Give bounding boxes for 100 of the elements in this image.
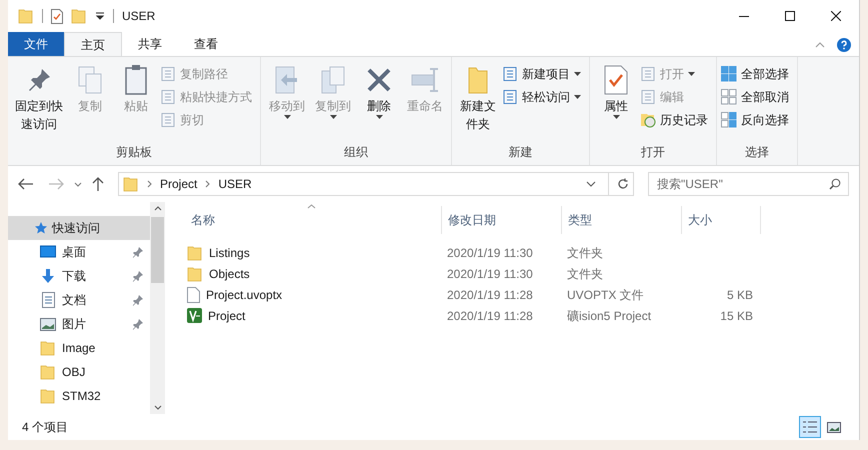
- pin-icon: [132, 270, 144, 282]
- window-title: USER: [122, 8, 156, 25]
- ribbon-tab[interactable]: 文件: [8, 32, 64, 56]
- folder-icon: [40, 364, 56, 380]
- ribbon-button[interactable]: 反向选择: [721, 110, 793, 130]
- easy-access-icon: [502, 89, 518, 105]
- desktop-icon: [40, 245, 56, 259]
- caret-icon: [376, 115, 382, 119]
- properties-icon: [603, 64, 629, 96]
- nav-item[interactable]: Image: [8, 336, 150, 360]
- folder-icon: [40, 388, 56, 404]
- maximize-icon: [785, 11, 795, 21]
- date-cell-text: 2020/1/19 11:28: [446, 286, 534, 304]
- folder-icon: [187, 266, 203, 282]
- nav-item[interactable]: 桌面: [8, 240, 150, 264]
- caret-icon: [688, 72, 695, 76]
- select-none-icon: [721, 89, 737, 105]
- star-icon: [34, 221, 48, 235]
- clipboard-icon: [123, 64, 149, 96]
- date-cell-text: 2020/1/19 11:28: [446, 308, 534, 324]
- nav-item[interactable]: 图片: [8, 312, 150, 336]
- group-label: 新建: [508, 144, 534, 161]
- folder-icon: [123, 176, 139, 192]
- search-field[interactable]: 搜索"USER": [648, 172, 849, 196]
- new-item-icon: [502, 66, 518, 82]
- help-icon[interactable]: [837, 38, 851, 52]
- details-view-button[interactable]: [799, 416, 821, 438]
- ribbon-button[interactable]: 全部取消: [721, 87, 793, 107]
- file-icon: [187, 286, 200, 302]
- pin-icon: [132, 318, 144, 330]
- date-cell-text: 2020/1/19 11:30: [446, 266, 534, 282]
- ribbon-button[interactable]: 新建项目: [502, 64, 585, 84]
- copy-icon: [319, 65, 347, 95]
- type-cell-text: 文件夹: [566, 244, 604, 262]
- file-name-cell[interactable]: Objects: [185, 264, 441, 282]
- group-label: 打开: [640, 144, 666, 161]
- column-header[interactable]: 修改日期: [441, 206, 561, 234]
- folder-icon: [467, 65, 489, 95]
- nav-item[interactable]: STM32: [8, 384, 150, 408]
- scrollbar[interactable]: [150, 202, 165, 414]
- size-cell-text: 5 KB: [726, 286, 754, 304]
- scrollbar-thumb[interactable]: [151, 217, 164, 283]
- close-icon: [831, 11, 841, 21]
- document-icon: [42, 292, 54, 308]
- ribbon-button[interactable]: 固定到快速访问: [12, 63, 66, 143]
- column-header[interactable]: 类型: [561, 206, 681, 234]
- folder-icon: [187, 244, 203, 260]
- group-label: 组织: [343, 144, 369, 161]
- rename-icon: [410, 66, 440, 94]
- ribbon-tab[interactable]: 主页: [64, 32, 122, 56]
- type-cell-text: 文件夹: [566, 266, 604, 282]
- sort-icon: [307, 204, 316, 209]
- delete-icon: [365, 66, 393, 94]
- file-name-cell[interactable]: Project.uvoptx: [185, 286, 441, 304]
- open-icon: [640, 66, 656, 82]
- folder-icon: [18, 8, 34, 24]
- column-header[interactable]: 大小: [681, 206, 761, 234]
- folder-icon: [71, 8, 87, 24]
- ribbon-button[interactable]: 删除: [357, 63, 401, 143]
- refresh-icon[interactable]: [617, 178, 629, 190]
- column-header[interactable]: 名称: [185, 206, 441, 234]
- properties-icon: [51, 8, 63, 24]
- nav-item[interactable]: 快速访问: [8, 216, 150, 240]
- ribbon-button[interactable]: 新建文件夹: [456, 63, 500, 143]
- type-cell-text: UVOPTX 文件: [566, 286, 645, 304]
- up-icon[interactable]: [92, 177, 104, 191]
- breadcrumb[interactable]: USER: [218, 175, 252, 193]
- file-name-cell[interactable]: Project: [185, 306, 441, 324]
- action-icon: [160, 112, 176, 128]
- recent-locations-icon[interactable]: [74, 182, 82, 186]
- details-icon: [803, 421, 817, 433]
- type-cell-text: 礦ision5 Project: [566, 308, 652, 324]
- chevron-icon: [147, 180, 152, 188]
- ribbon-button[interactable]: 全部选择: [721, 64, 793, 84]
- breadcrumb[interactable]: Project: [160, 175, 198, 193]
- item-count: 4 个项目: [22, 419, 68, 436]
- nav-item[interactable]: 文档: [8, 288, 150, 312]
- ribbon-button[interactable]: 轻松访问: [502, 87, 585, 107]
- size-cell-text: 15 KB: [719, 308, 754, 324]
- invert-selection-icon: [721, 112, 737, 128]
- pin-icon: [132, 294, 144, 306]
- file-name-cell[interactable]: Listings: [185, 244, 441, 262]
- dropdown-icon[interactable]: [586, 181, 596, 187]
- history-icon: [640, 112, 656, 128]
- back-icon[interactable]: [18, 178, 34, 190]
- group-label: 选择: [744, 144, 770, 161]
- caret-icon: [612, 115, 620, 119]
- ribbon-button[interactable]: 属性: [594, 63, 638, 143]
- address-bar[interactable]: Project USER: [118, 172, 634, 196]
- copy-icon: [76, 65, 104, 95]
- search-icon: [829, 178, 841, 190]
- collapse-ribbon-icon[interactable]: [815, 42, 825, 48]
- caret-icon: [284, 115, 290, 119]
- scroll-down-icon[interactable]: [154, 405, 162, 410]
- dropdown-icon[interactable]: [95, 12, 105, 20]
- nav-item[interactable]: 下载: [8, 264, 150, 288]
- ribbon-button[interactable]: 历史记录: [640, 110, 712, 130]
- caret-icon: [574, 72, 581, 76]
- scroll-up-icon[interactable]: [154, 206, 162, 211]
- nav-item[interactable]: OBJ: [8, 360, 150, 384]
